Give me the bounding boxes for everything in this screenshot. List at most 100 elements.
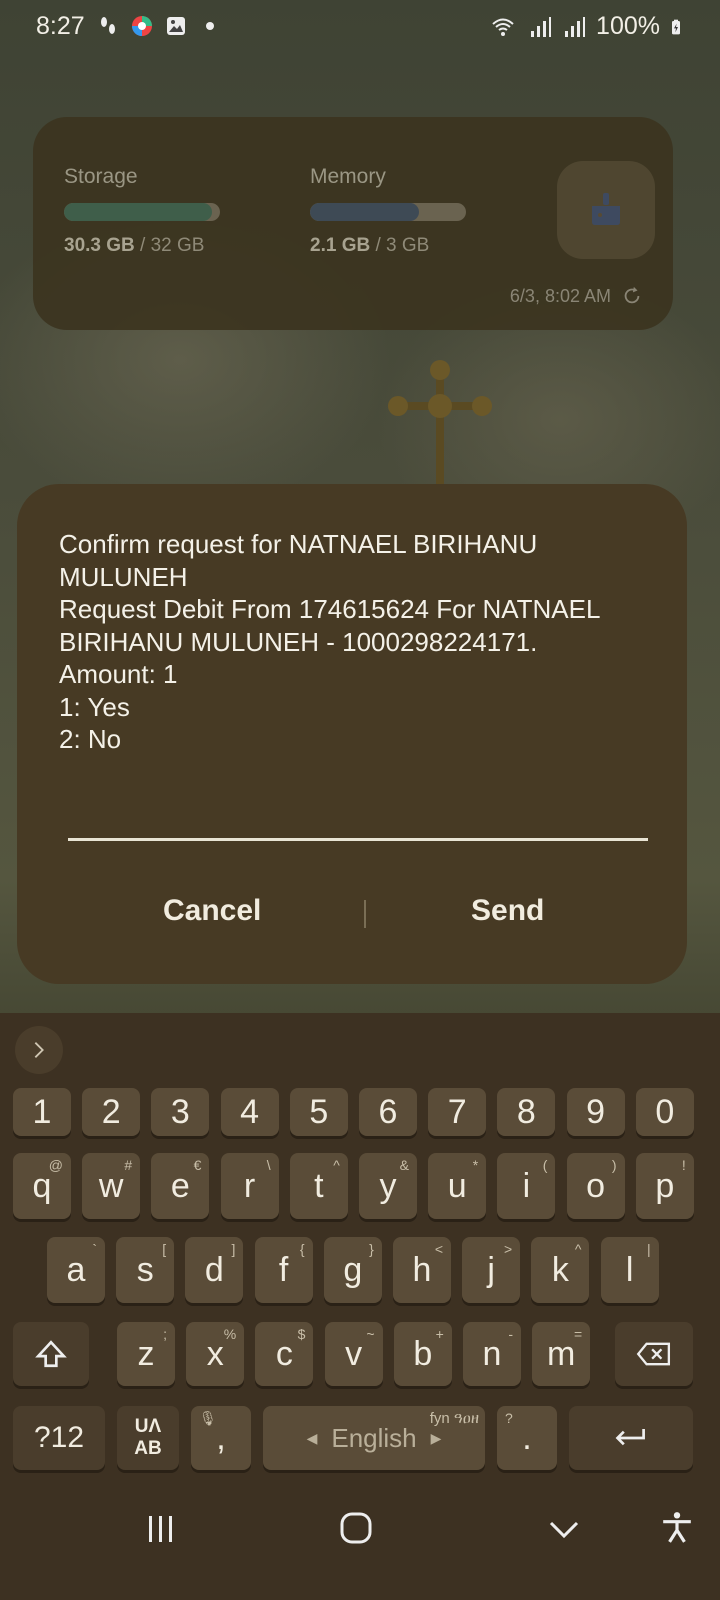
clean-now-button[interactable]	[557, 161, 655, 259]
status-right: 100%	[488, 12, 686, 41]
accessibility-icon[interactable]	[660, 1510, 694, 1544]
memory-bar-fill	[310, 203, 420, 221]
signal-icon-1	[531, 16, 552, 37]
key-g[interactable]: } g	[323, 1237, 382, 1303]
device-care-widget[interactable]: Storage 30.3 GB / 32 GB Memory 2.1 GB / …	[33, 117, 673, 330]
refresh-icon[interactable]	[621, 285, 643, 307]
cancel-button[interactable]: Cancel	[163, 894, 261, 928]
key-4[interactable]: 4	[220, 1088, 279, 1136]
key-x-hint: %	[223, 1326, 237, 1342]
key-l[interactable]: | l	[600, 1237, 659, 1303]
key-2[interactable]: 2	[82, 1088, 141, 1136]
key-v-label: v	[345, 1334, 363, 1373]
key-f[interactable]: {f	[254, 1237, 313, 1303]
key-5[interactable]: 5	[289, 1088, 348, 1136]
key-m-hint: =	[574, 1326, 583, 1342]
status-bar: 8:27 100%	[0, 0, 720, 52]
key-c[interactable]: $ c	[255, 1322, 314, 1386]
key-2-label: 2	[101, 1092, 121, 1131]
key-g-hint: }	[369, 1241, 374, 1257]
key-e[interactable]: € e	[151, 1153, 210, 1219]
mic-icon: 🎙	[199, 1410, 217, 1426]
gallery-icon	[167, 17, 185, 35]
backspace-key[interactable]	[615, 1322, 693, 1386]
key-9-label: 9	[586, 1092, 606, 1131]
key-6[interactable]: 6	[359, 1088, 417, 1136]
home-icon[interactable]	[340, 1512, 372, 1544]
enter-key[interactable]	[569, 1406, 693, 1470]
key-n-hint: -	[508, 1326, 513, 1342]
memory-total: / 3 GB	[370, 235, 430, 256]
comma-key[interactable]: 🎙 ,	[191, 1406, 251, 1470]
key-x[interactable]: % x	[186, 1322, 245, 1386]
key-r-hint: \	[266, 1157, 271, 1173]
key-y-hint: &	[399, 1157, 409, 1173]
key-0[interactable]: 0	[635, 1088, 694, 1136]
shift-key[interactable]	[13, 1322, 89, 1386]
key-q[interactable]: @ q	[13, 1153, 71, 1219]
keyboard: 1 2 3 4 5 6 7 8 9 0 @ q # w € e \ r ^ t & y * u(i) o! p ` a[s] d{f} g…	[0, 1013, 720, 1486]
key-u[interactable]: * u	[428, 1153, 487, 1219]
key-w[interactable]: # w	[82, 1153, 141, 1219]
symbols-key[interactable]: ?12	[13, 1406, 105, 1470]
key-v-hint: ~	[366, 1326, 375, 1342]
key-3[interactable]: 3	[151, 1088, 210, 1136]
key-5-label: 5	[309, 1092, 329, 1131]
key-d-label: d	[204, 1250, 224, 1289]
key-1-label: 1	[32, 1092, 52, 1131]
key-j-hint: >	[504, 1241, 513, 1257]
space-key[interactable]: fyn ዓዐዘ ◀ English ▶	[263, 1406, 485, 1470]
key-o[interactable]: ) o	[566, 1153, 625, 1219]
send-button[interactable]: Send	[471, 894, 544, 928]
key-1[interactable]: 1	[13, 1088, 71, 1136]
comma-key-label: ,	[216, 1418, 226, 1457]
navigation-bar	[0, 1486, 720, 1600]
key-b[interactable]: + b	[393, 1322, 452, 1386]
reply-input[interactable]	[68, 796, 648, 836]
period-hint: ?	[505, 1410, 513, 1426]
key-7[interactable]: 7	[428, 1088, 487, 1136]
language-switch-key[interactable]: UΛ AB	[117, 1406, 179, 1470]
footsteps-icon	[101, 17, 115, 34]
dialog-message: Confirm request for NATNAEL BIRIHANU MUL…	[59, 528, 649, 756]
key-v[interactable]: ~ v	[324, 1322, 383, 1386]
key-e-hint: €	[193, 1157, 202, 1173]
key-t[interactable]: ^ t	[289, 1153, 348, 1219]
button-divider	[364, 900, 366, 928]
key-n-label: n	[482, 1334, 502, 1373]
hide-keyboard-icon[interactable]	[548, 1514, 580, 1546]
memory-bar	[310, 203, 466, 221]
key-h[interactable]: < h	[393, 1237, 451, 1303]
key-n[interactable]: -n	[463, 1322, 521, 1386]
key-k-label: k	[551, 1250, 569, 1289]
storage-bar	[64, 203, 220, 221]
key-a[interactable]: ` a	[47, 1237, 105, 1303]
keyboard-toolbar-expand-button[interactable]	[15, 1026, 63, 1074]
key-p[interactable]: ! p	[635, 1153, 694, 1219]
space-hint: fyn ዓዐዘ	[429, 1410, 479, 1427]
signal-icon-2	[565, 16, 586, 37]
battery-percent: 100%	[596, 12, 660, 40]
key-r[interactable]: \ r	[220, 1153, 279, 1219]
key-j[interactable]: > j	[462, 1237, 521, 1303]
key-q-hint: @	[48, 1157, 63, 1173]
period-key-label: .	[522, 1418, 532, 1457]
key-y[interactable]: & y	[359, 1153, 417, 1219]
recent-apps-icon[interactable]	[146, 1514, 176, 1544]
period-key[interactable]: ? .	[497, 1406, 557, 1470]
key-h-hint: <	[434, 1241, 443, 1257]
key-9[interactable]: 9	[566, 1088, 625, 1136]
broom-icon	[592, 193, 620, 225]
app-logo-icon	[132, 16, 152, 36]
key-d[interactable]: ] d	[185, 1237, 244, 1303]
key-8[interactable]: 8	[497, 1088, 556, 1136]
key-w-label: w	[98, 1166, 124, 1205]
key-r-label: r	[243, 1166, 256, 1205]
storage-bar-fill	[64, 203, 213, 221]
key-z[interactable]: ; z	[117, 1322, 175, 1386]
key-m[interactable]: = m	[532, 1322, 591, 1386]
key-i[interactable]: (i	[497, 1153, 556, 1219]
key-s[interactable]: [s	[116, 1237, 175, 1303]
memory-value: 2.1 GB / 3 GB	[310, 235, 429, 257]
key-k[interactable]: ^ k	[531, 1237, 590, 1303]
